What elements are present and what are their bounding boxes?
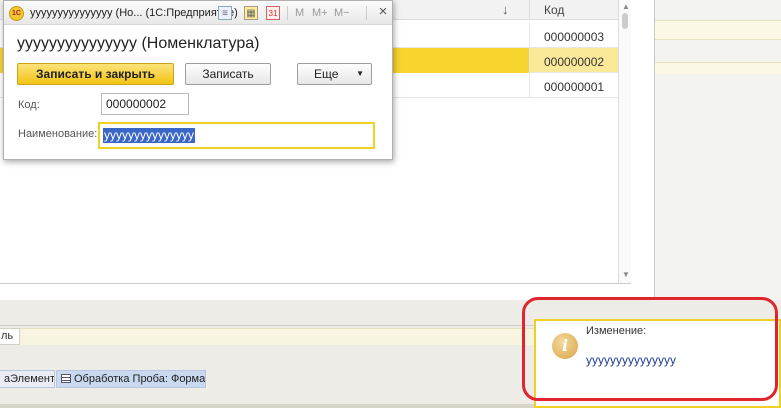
divider <box>0 283 631 284</box>
page-title: yyyyyyyyyyyyyyy (Номенклатура) <box>17 35 260 52</box>
save-and-close-button[interactable]: Записать и закрыть <box>17 63 174 85</box>
row-code: 000000003 <box>544 30 605 44</box>
scroll-up-icon[interactable]: ▲ <box>622 2 630 11</box>
scrollbar-thumb[interactable] <box>622 13 628 29</box>
save-button[interactable]: Записать <box>185 63 271 85</box>
1c-logo-icon: 1С <box>9 6 24 21</box>
dialog-titlebar[interactable]: 1С yyyyyyyyyyyyyyy (Но... (1С:Предприяти… <box>4 1 392 25</box>
code-field[interactable]: 000000002 <box>101 93 189 115</box>
window-tab-label: Обработка Проба: Форма <box>74 373 206 385</box>
form-icon <box>61 374 71 383</box>
memory-m-button[interactable]: M <box>295 7 304 19</box>
window-tab-label: аЭлемента <box>4 373 55 385</box>
window-tab-processing-form[interactable]: Обработка Проба: Форма <box>56 370 206 388</box>
notification-popup[interactable]: i Изменение: yyyyyyyyyyyyyyy <box>534 319 781 408</box>
info-icon: i <box>552 333 578 359</box>
code-label: Код: <box>18 99 40 111</box>
row-code: 000000002 <box>544 55 605 69</box>
notification-link[interactable]: yyyyyyyyyyyyyyy <box>586 353 676 367</box>
column-header-code[interactable]: Код <box>544 3 564 17</box>
memory-plus-button[interactable]: M+ <box>312 7 328 19</box>
right-panel-strip <box>655 20 781 40</box>
calendar-icon[interactable]: 31 <box>266 6 280 20</box>
scroll-down-icon[interactable]: ▼ <box>622 270 630 279</box>
dropdown-arrow-icon: ▼ <box>356 69 364 78</box>
row-divider <box>529 23 530 48</box>
toolbar-separator <box>366 6 367 20</box>
item-dialog: 1С yyyyyyyyyyyyyyy (Но... (1С:Предприяти… <box>3 0 393 160</box>
right-panel-strip <box>655 62 781 74</box>
row-divider <box>529 73 530 98</box>
sort-arrow-icon[interactable]: ↓ <box>502 2 509 17</box>
vertical-scrollbar[interactable]: ▲ ▼ <box>618 0 631 284</box>
name-field[interactable]: yyyyyyyyyyyyyyy <box>98 122 375 149</box>
memory-minus-button[interactable]: M− <box>334 7 350 19</box>
name-label: Наименование: <box>18 128 98 140</box>
name-field-value: yyyyyyyyyyyyyyy <box>103 128 195 143</box>
row-divider <box>529 48 530 73</box>
row-code: 000000001 <box>544 80 605 94</box>
calculator-icon[interactable]: ▦ <box>244 6 258 20</box>
window-title: yyyyyyyyyyyyyyy (Но... (1С:Предприятие) <box>30 7 238 19</box>
close-icon[interactable]: × <box>375 4 391 20</box>
column-divider <box>529 0 530 20</box>
more-button-label: Еще <box>314 67 339 81</box>
window-tab-element[interactable]: аЭлемента <box>0 370 55 388</box>
document-icon[interactable]: ≡ <box>218 6 232 20</box>
notification-title: Изменение: <box>586 325 647 337</box>
more-button[interactable]: Еще ▼ <box>297 63 372 85</box>
panel-tab[interactable]: ль <box>0 328 20 345</box>
toolbar-separator <box>287 6 288 20</box>
